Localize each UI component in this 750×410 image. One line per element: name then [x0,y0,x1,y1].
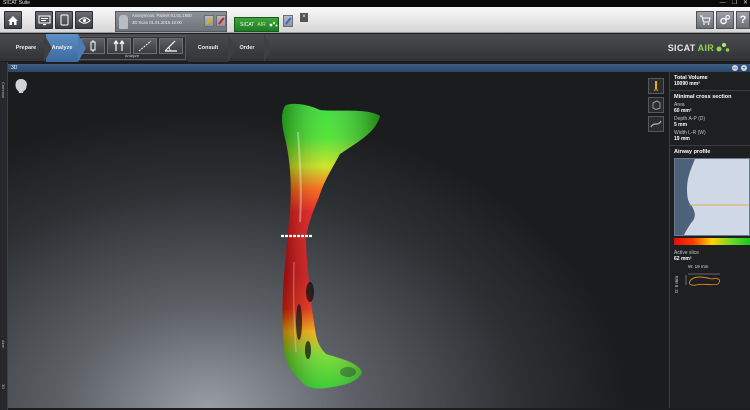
close-window-button[interactable]: ✕ [743,0,748,7]
expand-icon[interactable]: ▾ [741,65,747,71]
cart-button[interactable] [696,11,714,29]
step-analyze-label: Analyze [51,45,73,51]
slice-width-label: W: 19 mm [688,264,709,269]
marker-pen-icon [654,81,658,91]
airway-shading [282,103,380,389]
airway-cavity [296,304,302,340]
settings-button[interactable] [716,11,734,29]
tool-measure-distance[interactable] [133,38,157,54]
side-label-airway[interactable]: Airw [1,340,6,348]
depth-value: 5 mm [674,122,688,128]
workflow-bar: Prepare Analyze Analyze Consult Order SI… [0,34,750,62]
min-cross-section: Minimal cross section Area 60 mm² Depth … [670,91,750,146]
monitor-list-icon [38,15,50,25]
total-volume-section: Total Volume 10090 mm³ [670,72,750,91]
help-icon: ? [739,14,747,26]
tool-measure-angle[interactable] [159,38,183,54]
help-button[interactable]: ? [736,11,750,29]
side-label-3d[interactable]: 3D [1,384,6,389]
red-pin-icon [217,17,225,25]
step-prepare[interactable]: Prepare [8,34,52,62]
profile-curve [675,159,749,235]
airway-cavity [306,282,314,302]
blue-tool-button[interactable] [283,15,293,27]
active-slice-view: W: 19 mm D: 6 mm [674,262,746,322]
home-icon [8,15,18,25]
document-button[interactable] [55,11,73,29]
app-window: SICAT Suite — ❐ ✕ Anonymous, Patient 01.… [0,0,750,410]
tablet-icon [60,14,68,26]
patient-avatar [119,15,128,29]
patient-browser-button[interactable] [35,11,53,29]
tools-group-label: Analyze [124,53,140,58]
ruler-line-icon [138,40,152,52]
adjust-volume-icon [90,40,96,52]
sicat-air-tab[interactable]: SICAT AIR [234,17,279,32]
view-button[interactable] [75,11,93,29]
min-cross-title: Minimal cross section [674,94,732,100]
slice-outline [685,273,721,286]
analysis-panel: Total Volume 10090 mm³ Minimal cross sec… [669,72,750,408]
cart-icon [700,15,711,25]
view-header: 3D ▭ ▾ [8,64,750,72]
app-tab-label: SICAT [240,21,255,28]
main-toolbar: Anonymous, Patient 01.01.1900 3D Scan 01… [0,7,750,33]
logo-main: SICAT [667,43,696,53]
molecule-logo-icon [716,43,730,52]
analyze-tools: Analyze [78,36,186,60]
airway-profile-section: Airway profile Active slice 62 mm² W: 19… [670,146,750,325]
3d-view[interactable] [8,72,668,408]
slice-depth-label: D: 6 mm [674,275,680,294]
maximize-button[interactable]: ❐ [732,0,737,7]
step-consult-label: Consult [197,45,219,51]
logo-accent: AIR [697,43,714,53]
minimize-button[interactable]: — [720,0,726,7]
cube-icon [652,100,661,110]
airway-profile-graph[interactable] [674,158,750,236]
up-arrows-icon [113,40,125,51]
width-value: 19 mm [674,136,690,142]
color-scale-bar [674,238,750,245]
curve-tool-button[interactable] [648,116,664,132]
gear-icon [720,14,731,25]
view-title: 3D [11,65,18,71]
area-value: 60 mm² [674,108,692,114]
yellow-tool-button[interactable] [204,15,214,27]
airway-cavity [340,367,356,377]
coloring-tool-button[interactable] [648,78,664,94]
blue-pin-icon [284,17,292,25]
angle-icon [164,40,177,52]
side-label-common[interactable]: Common [1,82,6,98]
red-tool-button[interactable] [216,15,226,27]
step-prepare-label: Prepare [15,45,37,51]
yellow-pin-icon [205,17,213,25]
layout-icon[interactable]: ▭ [732,65,738,71]
cube-view-button[interactable] [648,97,664,113]
close-tab-button[interactable]: × [300,13,308,22]
airway-model[interactable] [8,72,668,408]
left-side-strip: Common Airw 3D [0,62,8,410]
tool-define-airway[interactable] [107,38,131,54]
molecule-icon [269,21,278,27]
app-tab-accent: AIR [257,21,266,28]
title-bar: SICAT Suite — ❐ ✕ [0,0,750,7]
step-order-label: Order [239,45,255,51]
total-volume-value: 10090 mm³ [674,81,700,87]
airway-profile-title: Airway profile [674,149,711,155]
eye-icon [77,16,91,24]
airway-cavity [305,341,311,359]
home-button[interactable] [4,11,22,29]
curve-icon [650,120,662,128]
window-title: SICAT Suite [3,0,31,6]
sicat-air-logo: SICAT AIR [668,42,730,54]
step-consult[interactable]: Consult [188,34,236,62]
